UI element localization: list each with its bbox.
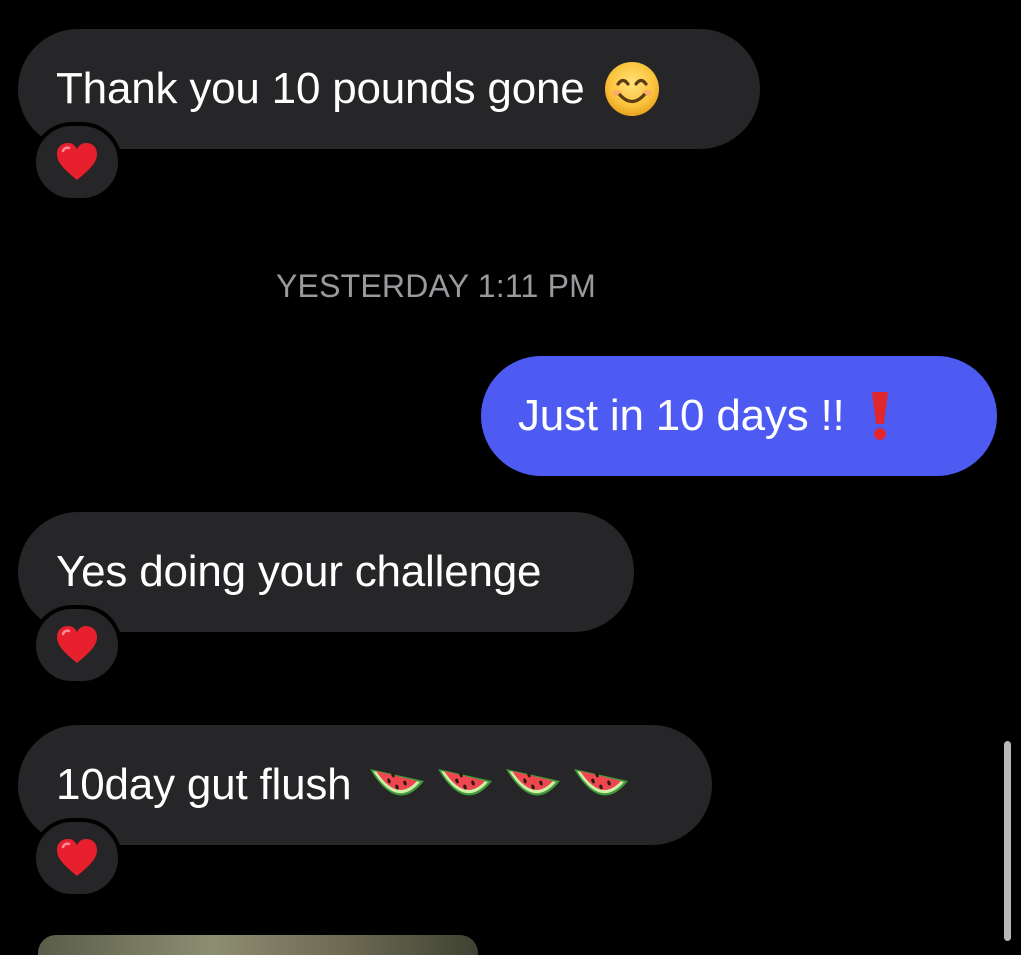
message-text: Just in 10 days !! bbox=[518, 391, 845, 440]
reaction-badge[interactable] bbox=[32, 605, 122, 685]
message-text: Thank you 10 pounds gone bbox=[56, 64, 585, 113]
message-text: Yes doing your challenge bbox=[56, 547, 542, 596]
heart-icon bbox=[55, 838, 99, 878]
watermelon-icon bbox=[503, 763, 563, 807]
reaction-badge[interactable] bbox=[32, 818, 122, 898]
heart-icon bbox=[55, 625, 99, 665]
message-bubble-received[interactable]: Thank you 10 pounds gone bbox=[18, 29, 760, 149]
heart-icon bbox=[55, 142, 99, 182]
watermelon-icon bbox=[571, 763, 631, 807]
watermelon-icon bbox=[435, 763, 495, 807]
message-bubble-received[interactable]: 10day gut flush bbox=[18, 725, 712, 845]
reaction-badge[interactable] bbox=[32, 122, 122, 202]
watermelon-emoji-group bbox=[367, 763, 631, 807]
date-separator: YESTERDAY 1:11 PM bbox=[276, 268, 596, 304]
message-text: 10day gut flush bbox=[56, 760, 352, 809]
message-bubble-received[interactable]: Yes doing your challenge bbox=[18, 512, 634, 632]
exclamation-icon bbox=[867, 390, 893, 442]
smiling-face-icon bbox=[603, 60, 661, 118]
scroll-indicator[interactable] bbox=[1004, 741, 1011, 941]
image-message-thumbnail[interactable] bbox=[38, 935, 478, 955]
message-bubble-sent[interactable]: Just in 10 days !! bbox=[481, 356, 997, 476]
watermelon-icon bbox=[367, 763, 427, 807]
message-thread: Thank you 10 pounds gone YESTERDAY 1:11 … bbox=[0, 0, 1021, 955]
